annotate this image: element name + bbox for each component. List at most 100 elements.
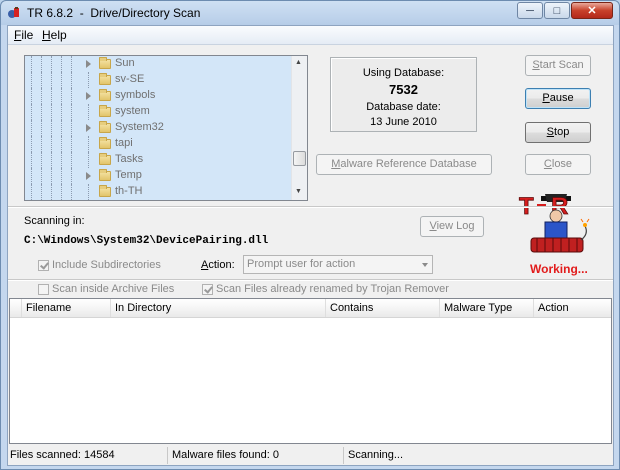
tree-guide-line [71,152,72,168]
stop-button[interactable]: Stop [525,122,591,143]
column-header-filename[interactable]: Filename [22,299,111,317]
tree-item[interactable]: symbols [25,88,292,104]
maximize-button[interactable]: □ [544,2,570,19]
tree-guide-line [31,56,32,72]
tree-guide-line [61,88,62,104]
column-header-directory[interactable]: In Directory [111,299,326,317]
folder-icon [99,137,111,149]
tree-item[interactable]: system [25,104,292,120]
folder-icon [99,169,111,181]
tree-item-label: Tasks [115,153,144,165]
close-window-button[interactable]: ✕ [571,2,613,19]
tree-guide-line [41,72,42,88]
database-date: 13 June 2010 [370,116,437,128]
title-bar[interactable]: TR 6.8.2 - Drive/Directory Scan ─ □ ✕ [1,1,619,25]
tree-guide-line [71,104,72,120]
database-info-panel: Using Database: 7532 Database date: 13 J… [330,57,477,132]
tree-item[interactable]: sv-SE [25,72,292,88]
tree-selection-area: Sun sv-SE symbols system System32 tapi Tasks Te… [25,56,292,200]
tree-item-label: Sun [115,57,135,69]
tree-item-label: symbols [115,89,156,101]
tree-guide-line [61,136,62,152]
include-subdirectories-label: Include Subdirectories [52,259,161,271]
tree-guide-line [51,72,52,88]
tree-guide-line [88,152,89,168]
tree-guide-line [51,104,52,120]
tree-guide-line [41,88,42,104]
minimize-button[interactable]: ─ [517,2,543,19]
tree-guide-line [51,168,52,184]
menu-bar: File Help [8,26,613,45]
start-scan-button[interactable]: Start Scan [525,55,591,76]
folder-icon [99,153,111,165]
tree-item-label: tapi [115,137,133,149]
scan-archives-checkbox[interactable] [38,284,49,295]
scroll-thumb[interactable] [293,151,306,166]
tree-guide-line [88,72,89,88]
tree-guide-line [88,104,89,120]
expand-arrow-icon[interactable] [86,172,91,180]
tree-item-label: System32 [115,121,164,133]
tree-guide-line [71,72,72,88]
tree-item[interactable]: th-TH [25,184,292,200]
column-header-malware-type[interactable]: Malware Type [440,299,534,317]
working-status: Working... [530,262,588,276]
tree-guide-line [71,136,72,152]
expand-arrow-icon[interactable] [86,60,91,68]
menu-file[interactable]: File [14,28,33,42]
tree-guide-line [61,120,62,136]
using-database-label: Using Database: [362,67,445,79]
separator-top [8,206,613,208]
scan-renamed-label: Scan Files already renamed by Trojan Rem… [216,283,449,295]
tree-guide-line [61,56,62,72]
window-title: TR 6.8.2 - Drive/Directory Scan [27,6,201,20]
expand-arrow-icon[interactable] [86,92,91,100]
tree-item-label: system [115,105,150,117]
tree-guide-line [41,184,42,200]
tree-guide-line [31,104,32,120]
chevron-down-icon [422,263,428,267]
scan-state-status: Scanning... [348,449,404,461]
tree-guide-line [88,184,89,200]
folder-icon [99,57,111,69]
tree-item[interactable]: Temp [25,168,292,184]
tree-guide-line [31,120,32,136]
tree-item[interactable]: Sun [25,56,292,72]
tree-item-label: th-TH [115,185,143,197]
tree-guide-line [51,184,52,200]
database-date-label: Database date: [366,101,441,113]
scroll-up-arrow-icon[interactable]: ▲ [295,59,302,66]
expand-arrow-icon[interactable] [86,124,91,132]
pause-button[interactable]: Pause [525,88,591,109]
tree-guide-line [71,168,72,184]
action-select[interactable]: Prompt user for action [243,255,433,274]
folder-icon [99,73,111,85]
include-subdirectories-checkbox[interactable] [38,260,49,271]
column-header-contains[interactable]: Contains [326,299,440,317]
tree-guide-line [88,136,89,152]
separator-middle [8,279,613,281]
tree-item[interactable]: System32 [25,120,292,136]
tree-scrollbar[interactable]: ▲ ▼ [291,56,307,200]
tree-guide-line [31,88,32,104]
tree-guide-line [51,88,52,104]
menu-help[interactable]: Help [42,28,67,42]
tree-item[interactable]: Tasks [25,152,292,168]
tree-guide-line [41,168,42,184]
view-log-button[interactable]: View Log [420,216,484,237]
tree-guide-line [61,168,62,184]
directory-tree[interactable]: Sun sv-SE symbols system System32 tapi Tasks Te… [24,55,308,201]
database-count: 7532 [389,82,418,97]
scroll-down-arrow-icon[interactable]: ▼ [295,188,302,195]
tree-item-label: Temp [115,169,142,181]
close-button[interactable]: Close [525,154,591,175]
app-icon [8,7,19,18]
scan-renamed-checkbox[interactable] [202,284,213,295]
tree-guide-line [51,152,52,168]
column-header-action[interactable]: Action [534,299,611,317]
malware-reference-database-button[interactable]: Malware Reference Database [316,154,492,175]
tree-guide-line [71,56,72,72]
tree-guide-line [61,184,62,200]
tree-item[interactable]: tapi [25,136,292,152]
results-table[interactable]: Filename In Directory Contains Malware T… [9,298,612,444]
